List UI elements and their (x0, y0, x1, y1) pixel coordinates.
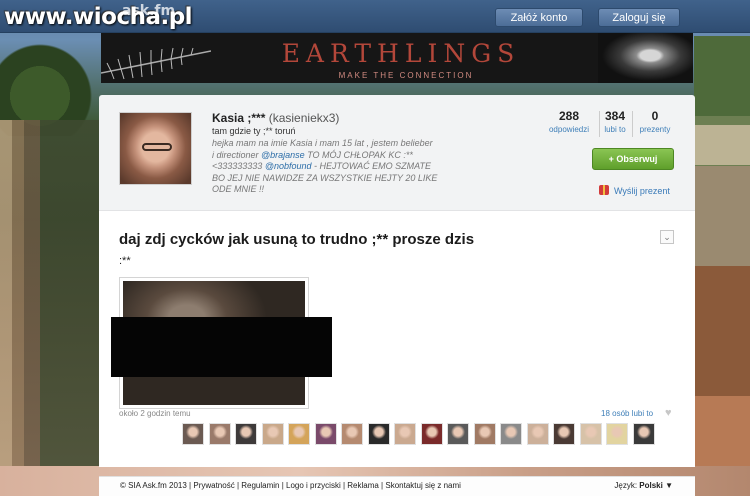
liker-avatar[interactable] (208, 423, 231, 445)
stat-likes[interactable]: 384 lubi to (601, 109, 629, 134)
askfm-logo[interactable]: ask.fm (122, 3, 175, 19)
banner-face-image (598, 33, 693, 83)
send-gift-link[interactable]: Wyślij prezent (599, 185, 670, 196)
bio-line: <333333333 @nobfound - HEJTOWAĆ EMO SZMA… (212, 161, 467, 173)
liker-avatar[interactable] (314, 423, 337, 445)
footer-links: © SIA Ask.fm 2013 | Prywatność | Regulam… (120, 477, 461, 495)
bio-text: - HEJTOWAĆ EMO SZMATE (311, 161, 432, 171)
censor-bar (111, 317, 332, 377)
footer: © SIA Ask.fm 2013 | Prywatność | Regulam… (99, 476, 695, 496)
profile-banner: EARTHLINGS MAKE THE CONNECTION (101, 33, 693, 83)
footer-link[interactable]: Logo i przyciski (286, 481, 341, 490)
stat-divider (599, 111, 600, 137)
liker-avatar[interactable] (526, 423, 549, 445)
liker-avatar[interactable] (553, 423, 575, 445)
bio-line: i directioner @brajanse TO MÓJ CHŁOPAK K… (212, 150, 467, 162)
language-label: Język: (614, 481, 638, 490)
stat-gifts-value: 0 (651, 109, 659, 123)
profile-name: Kasia ;*** (212, 111, 266, 125)
bio-text: <333333333 (212, 161, 265, 171)
gift-icon (599, 185, 609, 195)
background-right-scenery (694, 36, 750, 496)
footer-link[interactable]: Regulamin (241, 481, 279, 490)
liker-avatar[interactable] (182, 423, 204, 445)
bio-text: TO MÓJ CHŁOPAK KC :** (304, 149, 413, 160)
language-selector[interactable]: Język: Polski ▼ (614, 477, 673, 495)
register-button[interactable]: Załóż konto (495, 8, 583, 27)
language-value: Polski ▼ (639, 481, 673, 490)
bio-line: BO JEJ NIE NAWIDZE ZA WSZYSTKIE HEJTY 20… (212, 172, 438, 183)
login-button[interactable]: Zaloguj się (598, 8, 680, 27)
heart-icon[interactable]: ♥ (665, 408, 676, 419)
footer-link[interactable]: Reklama (347, 481, 379, 490)
liker-avatar[interactable] (341, 423, 363, 445)
avatar[interactable] (119, 112, 192, 185)
liker-avatar[interactable] (447, 423, 469, 445)
stat-gifts[interactable]: 0 prezenty (635, 109, 675, 134)
question-title: daj zdj cycków jak usuną to trudno ;** p… (119, 231, 475, 248)
profile-username: (kasieniekx3) (268, 111, 340, 125)
bio-line: ODE MNIE !! (212, 184, 265, 194)
top-bar: www.wiocha.pl ask.fm Załóż konto Zaloguj… (0, 0, 750, 33)
background-wood-railing (0, 120, 100, 496)
footer-link[interactable]: © SIA Ask.fm 2013 (120, 481, 187, 490)
profile-location: tam gdzie ty ;** toruń (212, 126, 296, 136)
stat-answers-label: odpowiedzi (548, 125, 590, 134)
background-wood-beam (694, 125, 750, 165)
liker-avatar[interactable] (261, 423, 284, 445)
liker-avatar[interactable] (606, 423, 628, 445)
footer-link[interactable]: Prywatność (193, 481, 234, 490)
likes-count-link[interactable]: 18 osób lubi to (601, 409, 653, 418)
avatar-glasses (142, 143, 172, 151)
send-gift-label: Wyślij prezent (614, 186, 670, 196)
stat-likes-value: 384 (604, 109, 626, 123)
profile-name-line: Kasia ;*** (kasieniekx3) (212, 111, 339, 125)
profile-card: Kasia ;*** (kasieniekx3) tam gdzie ty ;*… (99, 95, 695, 211)
liker-avatar[interactable] (579, 423, 602, 445)
question-card: daj zdj cycków jak usuną to trudno ;** p… (99, 211, 695, 467)
stat-divider (632, 111, 633, 137)
follow-button[interactable]: + Obserwuj (592, 148, 674, 170)
liker-avatar[interactable] (367, 423, 390, 445)
banner-title: EARTHLINGS (281, 39, 521, 68)
stat-answers-value: 288 (558, 109, 580, 123)
answer-text: :** (119, 255, 131, 267)
footer-link[interactable]: Skontaktuj się z nami (385, 481, 461, 490)
bio-text: i directioner (212, 149, 262, 160)
mention-link[interactable]: @nobfound (265, 161, 312, 171)
mention-link[interactable]: @brajanse (261, 150, 305, 160)
liker-avatars (182, 423, 660, 445)
banner-subtitle: MAKE THE CONNECTION (338, 71, 474, 80)
liker-avatar[interactable] (632, 423, 655, 445)
stat-likes-label: lubi to (604, 125, 626, 134)
liker-avatar[interactable] (500, 423, 522, 445)
liker-avatar[interactable] (420, 423, 443, 445)
bio-line: hejka mam na imie Kasia i mam 15 lat , j… (212, 138, 433, 148)
answer-timestamp[interactable]: około 2 godzin temu (119, 409, 191, 418)
liker-avatar[interactable] (394, 423, 416, 445)
liker-avatar[interactable] (473, 423, 496, 445)
profile-bio: hejka mam na imie Kasia i mam 15 lat , j… (212, 138, 467, 196)
question-menu-chevron-down-icon[interactable]: ⌄ (660, 230, 674, 244)
stat-gifts-label: prezenty (639, 125, 671, 134)
stat-answers[interactable]: 288 odpowiedzi (543, 109, 595, 134)
liker-avatar[interactable] (288, 423, 310, 445)
liker-avatar[interactable] (235, 423, 257, 445)
fern-leaf-icon (101, 47, 211, 80)
